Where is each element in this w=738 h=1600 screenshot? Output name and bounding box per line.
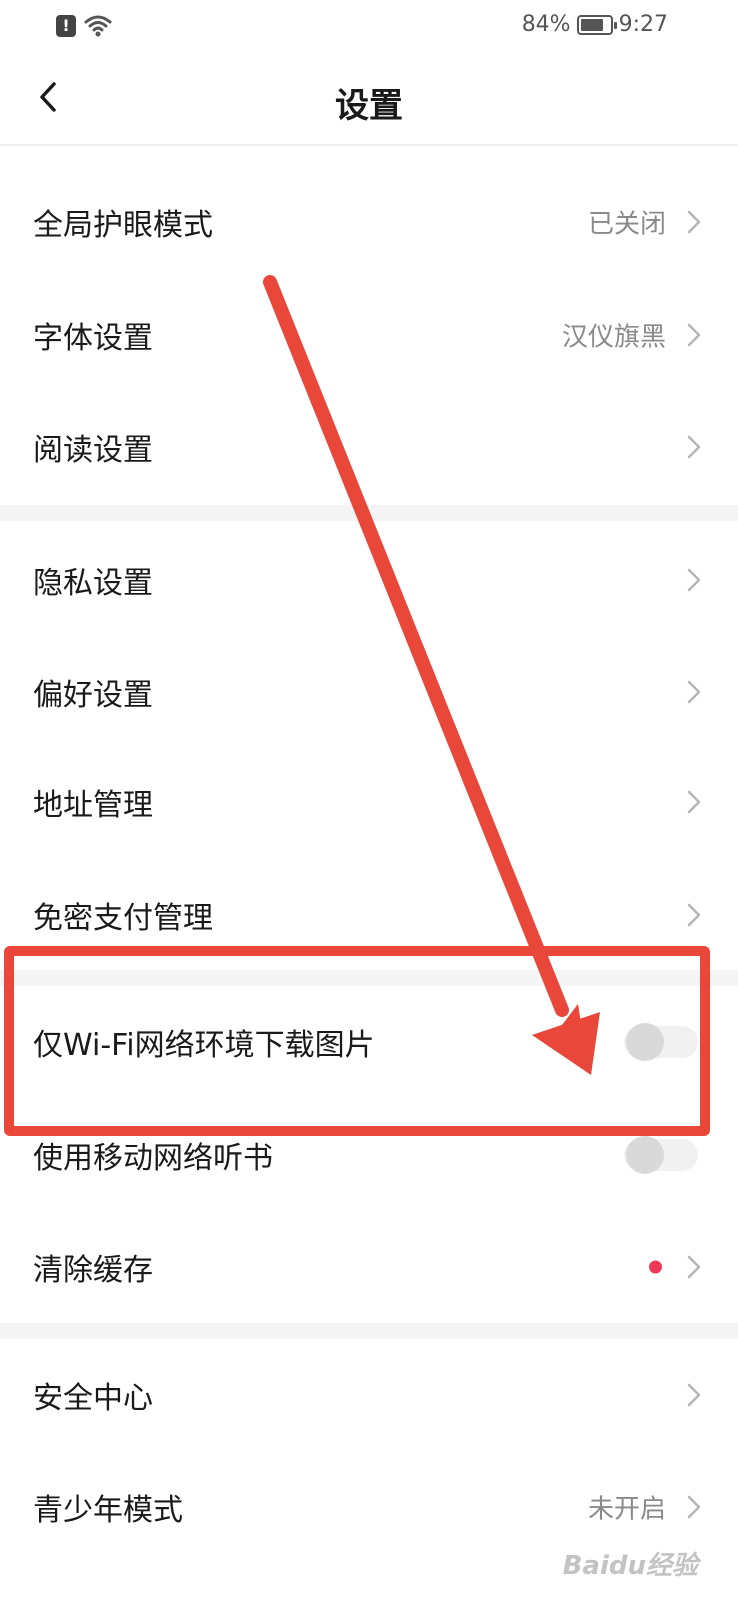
- chevron-right-icon: [687, 323, 701, 347]
- chevron-right-icon: [687, 1495, 701, 1519]
- row-label: 阅读设置: [33, 433, 153, 468]
- row-label: 地址管理: [33, 788, 153, 823]
- chevron-right-icon: [687, 568, 701, 592]
- watermark-text: Baidu经验: [562, 1551, 698, 1581]
- row-label: 全局护眼模式: [33, 208, 213, 243]
- settings-row-password-free-pay[interactable]: 免密支付管理: [0, 865, 738, 965]
- row-label: 仅Wi-Fi网络环境下载图片: [33, 1028, 375, 1063]
- battery-icon: [576, 14, 617, 35]
- status-time: 9:27: [618, 12, 668, 37]
- battery-percent: 84%: [521, 12, 571, 37]
- page-title: 设置: [335, 86, 403, 126]
- chevron-right-icon: [687, 680, 701, 704]
- settings-row-mobile-listen: 使用移动网络听书: [0, 1105, 738, 1205]
- wifi-images-toggle[interactable]: [624, 1023, 698, 1061]
- settings-row-font[interactable]: 字体设置 汉仪旗黑: [0, 285, 738, 385]
- row-value: 已关闭: [587, 209, 666, 240]
- chevron-right-icon: [687, 790, 701, 814]
- settings-row-wifi-images: 仅Wi-Fi网络环境下载图片: [0, 992, 738, 1092]
- mobile-listen-toggle[interactable]: [624, 1136, 698, 1174]
- row-label: 清除缓存: [33, 1253, 153, 1288]
- section-divider: [0, 505, 738, 521]
- section-divider: [0, 1323, 738, 1339]
- nav-bar: 设置: [0, 56, 738, 146]
- row-label: 安全中心: [33, 1381, 153, 1416]
- chevron-right-icon: [687, 210, 701, 234]
- row-value: 未开启: [587, 1494, 666, 1525]
- row-label: 偏好设置: [33, 678, 153, 713]
- wifi-icon: [84, 15, 112, 37]
- settings-row-eye-protection[interactable]: 全局护眼模式 已关闭: [0, 172, 738, 272]
- chevron-right-icon: [687, 435, 701, 459]
- settings-row-reading[interactable]: 阅读设置: [0, 397, 738, 497]
- chevron-right-icon: [687, 903, 701, 927]
- battery-fill: [580, 18, 604, 31]
- settings-row-privacy[interactable]: 隐私设置: [0, 530, 738, 630]
- settings-row-clear-cache[interactable]: 清除缓存: [0, 1217, 738, 1317]
- status-bar: ! 84% 9:27: [0, 0, 738, 56]
- status-right: 84% 9:27: [522, 12, 668, 37]
- row-label: 字体设置: [33, 321, 153, 356]
- row-label: 免密支付管理: [33, 901, 213, 936]
- settings-row-address[interactable]: 地址管理: [0, 752, 738, 852]
- toggle-knob: [626, 1136, 664, 1174]
- row-label: 使用移动网络听书: [33, 1141, 273, 1176]
- settings-row-preference[interactable]: 偏好设置: [0, 642, 738, 742]
- alert-icon: !: [56, 15, 76, 37]
- row-value: 汉仪旗黑: [561, 322, 666, 353]
- settings-row-teen-mode[interactable]: 青少年模式 未开启: [0, 1457, 738, 1557]
- row-label: 隐私设置: [33, 566, 153, 601]
- notification-dot: [649, 1260, 662, 1274]
- row-label: 青少年模式: [33, 1493, 183, 1528]
- chevron-right-icon: [687, 1383, 701, 1407]
- toggle-knob: [626, 1023, 664, 1061]
- settings-row-security[interactable]: 安全中心: [0, 1345, 738, 1445]
- section-divider: [0, 970, 738, 986]
- status-left: !: [56, 14, 112, 38]
- chevron-right-icon: [687, 1255, 701, 1279]
